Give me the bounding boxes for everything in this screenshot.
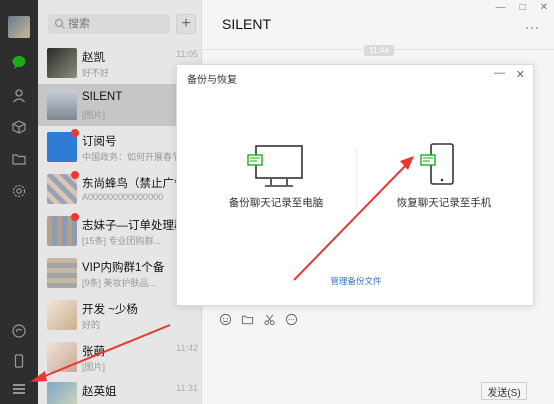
search-input[interactable]: [68, 14, 166, 34]
backup-to-pc-label: 备份聊天记录至电脑: [228, 197, 324, 209]
chat-name: VIP内购群1个备: [82, 262, 165, 274]
chat-name: 志妹子—订单处理群: [82, 220, 176, 232]
settings-icon[interactable]: [9, 181, 29, 201]
folder-icon[interactable]: [9, 149, 29, 169]
unread-badge: [71, 213, 79, 221]
avatar: [47, 382, 77, 404]
chat-preview: [图片]: [82, 362, 106, 372]
chat-name: 赵英姐: [82, 386, 117, 398]
phone-device-icon: [420, 143, 454, 185]
window-maximize-button[interactable]: □: [520, 2, 526, 13]
chat-time: 11:31: [176, 383, 198, 393]
monitor-icon: [247, 145, 303, 187]
chat-name: 订阅号: [82, 136, 117, 148]
add-chat-button[interactable]: +: [176, 14, 196, 34]
chat-history-icon[interactable]: [284, 312, 298, 326]
chat-header-divider: — □ ✕: [202, 0, 554, 50]
contacts-icon[interactable]: [9, 86, 29, 106]
search-icon: [54, 18, 65, 29]
chat-name: 开发 ~少杨: [82, 304, 138, 316]
dialog-title: 备份与恢复: [187, 75, 237, 86]
chat-list-item[interactable]: 赵英姐 11:31: [38, 376, 202, 404]
chat-time: 11:05: [176, 49, 198, 59]
user-avatar[interactable]: [8, 16, 30, 38]
message-time-chip: 11:44: [364, 45, 394, 56]
chat-bubble-icon[interactable]: [9, 52, 29, 72]
search-box[interactable]: [48, 14, 170, 34]
avatar: [47, 48, 77, 78]
send-button[interactable]: 发送(S): [481, 382, 527, 400]
mini-program-icon[interactable]: [9, 321, 29, 341]
chat-time: 11:42: [176, 343, 198, 353]
sidebar-rail: [0, 0, 38, 404]
backup-to-pc-option[interactable]: 备份聊天记录至电脑: [201, 141, 351, 211]
backup-restore-dialog: 备份与恢复 — ✕ 备份聊天记录至电脑 恢复聊天记录至手机 管理备份文件: [176, 64, 534, 306]
unread-badge: [71, 129, 79, 137]
input-toolbar: [218, 312, 298, 326]
avatar: [47, 300, 77, 330]
avatar: [47, 342, 77, 372]
chat-name: 东尚蜂鸟（禁止广告...: [82, 178, 176, 190]
folder-icon[interactable]: [240, 312, 254, 326]
chat-name: 张萌: [82, 346, 105, 358]
emoji-icon[interactable]: [218, 312, 232, 326]
restore-to-phone-option[interactable]: 恢复聊天记录至手机: [369, 141, 519, 211]
chat-name: SILENT: [82, 91, 123, 103]
phone-icon[interactable]: [9, 351, 29, 371]
avatar: [47, 258, 77, 288]
unread-badge: [71, 171, 79, 179]
cube-icon[interactable]: [9, 117, 29, 137]
chat-name: 赵凯: [82, 52, 105, 64]
restore-to-phone-label: 恢复聊天记录至手机: [396, 197, 492, 209]
avatar: [47, 90, 77, 120]
scissors-icon[interactable]: [262, 312, 276, 326]
chat-list-item[interactable]: 张萌 [图片] 11:42: [38, 336, 202, 378]
dialog-divider: [356, 147, 357, 207]
dialog-minimize-button[interactable]: —: [494, 67, 505, 79]
window-close-button[interactable]: ✕: [540, 2, 548, 13]
manage-backup-files-link[interactable]: 管理备份文件: [177, 275, 535, 287]
window-minimize-button[interactable]: —: [496, 2, 506, 13]
dialog-close-button[interactable]: ✕: [516, 68, 525, 81]
window-controls: — □ ✕: [496, 2, 548, 13]
menu-icon[interactable]: [9, 379, 29, 399]
chat-preview: 好的: [82, 320, 101, 330]
